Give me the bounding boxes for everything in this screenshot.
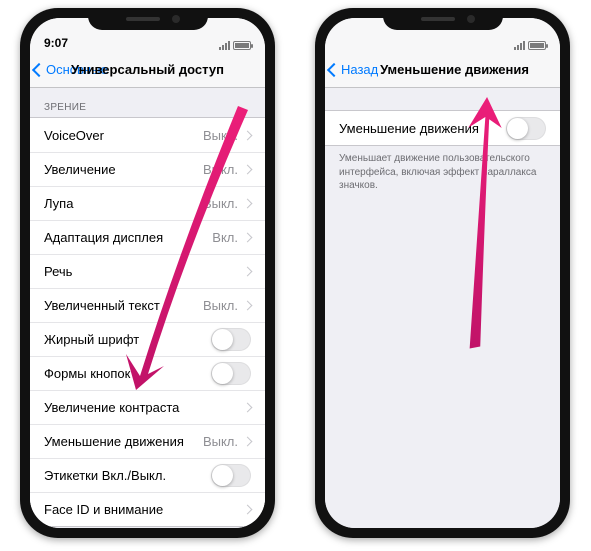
back-button[interactable]: Основные (30, 62, 108, 77)
settings-row[interactable]: VoiceOver Выкл. (30, 118, 265, 152)
chevron-right-icon (243, 199, 253, 209)
section-header: ЗРЕНИЕ (30, 88, 265, 117)
notch (88, 8, 208, 30)
settings-row[interactable]: Этикетки Вкл./Выкл. (30, 458, 265, 492)
settings-row[interactable]: Жирный шрифт (30, 322, 265, 356)
chevron-left-icon (327, 62, 341, 76)
settings-row[interactable]: Face ID и внимание (30, 492, 265, 526)
row-label: Увеличение (44, 162, 116, 177)
row-label: Жирный шрифт (44, 332, 139, 347)
notch (383, 8, 503, 30)
row-label: Face ID и внимание (44, 502, 163, 517)
signal-icon (219, 41, 230, 50)
section-header: ВЗАИМОДЕЙСТВИЕ (30, 527, 265, 528)
toggle-switch[interactable] (211, 464, 251, 487)
toggle-switch[interactable] (211, 362, 251, 385)
row-label: Уменьшение движения (339, 121, 479, 136)
row-value: Выкл. (203, 162, 251, 177)
row-value (244, 404, 251, 411)
chevron-right-icon (243, 130, 253, 140)
row-value: Выкл. (203, 196, 251, 211)
row-value (211, 362, 251, 385)
row-label: VoiceOver (44, 128, 104, 143)
status-time: 9:07 (44, 36, 68, 50)
phone-left: 9:07 Основные Универсальный доступ ЗРЕНИ… (20, 8, 275, 538)
settings-row[interactable]: Лупа Выкл. (30, 186, 265, 220)
row-label: Адаптация дисплея (44, 230, 163, 245)
status-indicators (514, 41, 546, 50)
row-value (211, 464, 251, 487)
settings-row[interactable]: Увеличение контраста (30, 390, 265, 424)
row-label: Увеличенный текст (44, 298, 160, 313)
chevron-right-icon (243, 301, 253, 311)
row-label: Уменьшение движения (44, 434, 184, 449)
toggle-switch[interactable] (506, 117, 546, 140)
row-label: Увеличение контраста (44, 400, 179, 415)
chevron-right-icon (243, 165, 253, 175)
settings-row[interactable]: Адаптация дисплея Вкл. (30, 220, 265, 254)
chevron-right-icon (243, 505, 253, 515)
settings-row[interactable]: Формы кнопок (30, 356, 265, 390)
nav-bar: Основные Универсальный доступ (30, 52, 265, 88)
back-button[interactable]: Назад (325, 62, 378, 77)
status-indicators (219, 41, 251, 50)
row-value: Выкл. (203, 434, 251, 449)
row-value (211, 328, 251, 351)
row-reduce-motion[interactable]: Уменьшение движения (325, 111, 560, 145)
settings-group: VoiceOver Выкл. Увеличение Выкл. Лупа Выкл. Ад… (30, 117, 265, 527)
chevron-left-icon (32, 62, 46, 76)
content[interactable]: ЗРЕНИЕ VoiceOver Выкл. Увеличение Выкл. Лупа В… (30, 88, 265, 528)
screen: 9:07 Основные Универсальный доступ ЗРЕНИ… (30, 18, 265, 528)
chevron-right-icon (243, 267, 253, 277)
settings-row[interactable]: Речь (30, 254, 265, 288)
nav-bar: Назад Уменьшение движения (325, 52, 560, 88)
content[interactable]: Уменьшение движения Уменьшает движение п… (325, 88, 560, 528)
settings-row[interactable]: Увеличенный текст Выкл. (30, 288, 265, 322)
row-value: Вкл. (212, 230, 251, 245)
row-value (244, 506, 251, 513)
row-label: Речь (44, 264, 72, 279)
battery-icon (233, 41, 251, 50)
toggle-switch[interactable] (211, 328, 251, 351)
row-value: Выкл. (203, 298, 251, 313)
battery-icon (528, 41, 546, 50)
settings-row[interactable]: Увеличение Выкл. (30, 152, 265, 186)
signal-icon (514, 41, 525, 50)
row-label: Этикетки Вкл./Выкл. (44, 468, 166, 483)
row-label: Лупа (44, 196, 73, 211)
chevron-right-icon (243, 403, 253, 413)
back-label: Назад (341, 62, 378, 77)
section-footnote: Уменьшает движение пользовательского инт… (325, 146, 560, 199)
back-label: Основные (46, 62, 108, 77)
chevron-right-icon (243, 437, 253, 447)
screen: Назад Уменьшение движения Уменьшение дви… (325, 18, 560, 528)
phone-right: Назад Уменьшение движения Уменьшение дви… (315, 8, 570, 538)
settings-row[interactable]: Уменьшение движения Выкл. (30, 424, 265, 458)
settings-group: Уменьшение движения (325, 110, 560, 146)
chevron-right-icon (243, 233, 253, 243)
row-value: Выкл. (203, 128, 251, 143)
row-value (244, 268, 251, 275)
row-label: Формы кнопок (44, 366, 130, 381)
